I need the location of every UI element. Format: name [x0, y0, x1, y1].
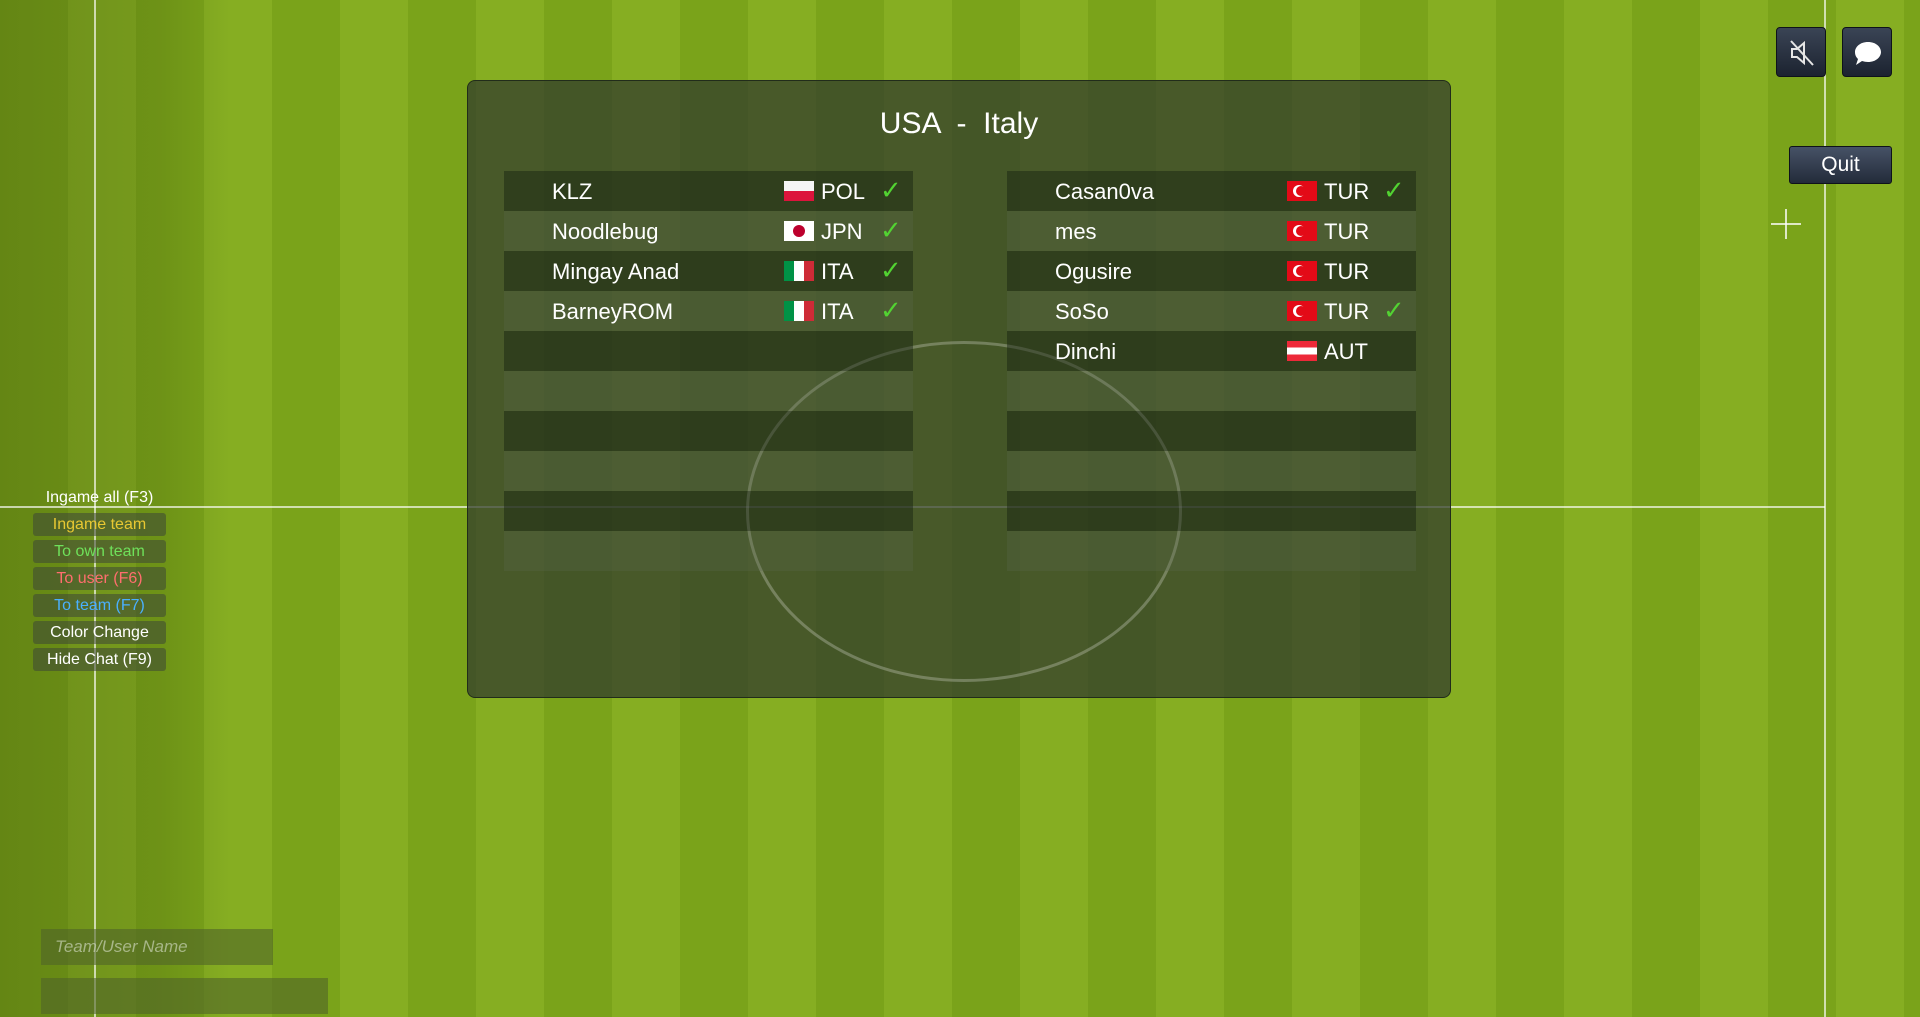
player-country: TUR: [1324, 219, 1370, 244]
player-name: mes: [1055, 219, 1097, 244]
ready-check-icon: ✓: [1383, 295, 1405, 325]
player-country: AUT: [1324, 339, 1368, 364]
chat-option-hide-chat-f9[interactable]: Hide Chat (F9): [33, 648, 166, 671]
chat-option-color-change[interactable]: Color Change: [33, 621, 166, 644]
team-user-name-input[interactable]: [41, 929, 273, 965]
ready-check-icon: ✓: [880, 215, 902, 245]
flag-tur-icon: [1287, 301, 1317, 321]
chat-bubble-icon-glyph: [1855, 42, 1881, 65]
ready-check-icon: ✓: [880, 295, 902, 325]
player-country: TUR: [1324, 259, 1370, 284]
player-name: Dinchi: [1055, 339, 1117, 364]
player-row: [504, 371, 913, 411]
player-row: [1007, 371, 1416, 411]
chat-message-input[interactable]: [41, 978, 328, 1014]
flag-pol-icon: [784, 181, 814, 201]
player-name: Noodlebug: [552, 219, 659, 244]
match-separator: -: [956, 107, 967, 140]
player-row: [504, 491, 913, 531]
home-team-list: KLZ POL ✓ Noodlebug JPN ✓ Mingay Anad ITA ✓ Barne…: [504, 171, 913, 571]
home-team-name: USA: [879, 107, 940, 140]
player-row[interactable]: BarneyROM ITA ✓: [504, 291, 913, 331]
ready-check-icon: ✓: [880, 175, 902, 205]
chat-option-to-own-team[interactable]: To own team: [33, 540, 166, 563]
player-name: SoSo: [1055, 299, 1109, 324]
chat-option-ingame-all-f3[interactable]: Ingame all (F3): [33, 486, 166, 509]
chat-mode-menu: Ingame all (F3) Ingame team To own team To …: [33, 486, 166, 675]
flag-tur-icon: [1287, 181, 1317, 201]
player-row: [1007, 491, 1416, 531]
player-country: POL: [821, 179, 866, 204]
flag-aut-icon: [1287, 341, 1317, 361]
ready-check-icon: ✓: [1383, 175, 1405, 205]
lineup-panel: USA - Italy KLZ POL ✓ Noodlebug JPN ✓ Mingay A…: [467, 80, 1451, 698]
player-country: TUR: [1324, 299, 1370, 324]
speaker-muted-icon-glyph: [1790, 40, 1814, 66]
player-row: [504, 451, 913, 491]
player-name: Ogusire: [1055, 259, 1133, 284]
chat-bubble-icon[interactable]: [1842, 27, 1892, 77]
player-row[interactable]: Ogusire TUR: [1007, 251, 1416, 291]
player-country: ITA: [821, 259, 854, 284]
player-row[interactable]: Casan0va TUR ✓: [1007, 171, 1416, 211]
chat-option-to-user-f6[interactable]: To user (F6): [33, 567, 166, 590]
player-row[interactable]: Dinchi AUT: [1007, 331, 1416, 371]
player-row[interactable]: Mingay Anad ITA ✓: [504, 251, 913, 291]
player-name: Casan0va: [1055, 179, 1155, 204]
ready-check-icon: ✓: [880, 255, 902, 285]
chat-option-to-team-f7[interactable]: To team (F7): [33, 594, 166, 617]
crosshair-icon: [1771, 209, 1801, 239]
away-team-list: Casan0va TUR ✓ mes TUR Ogusire TUR SoSo TUR ✓ Dinc…: [1007, 171, 1416, 571]
away-team-name: Italy: [983, 107, 1039, 140]
player-name: KLZ: [552, 179, 593, 204]
quit-button[interactable]: Quit: [1789, 146, 1892, 184]
player-name: BarneyROM: [552, 299, 674, 324]
player-row[interactable]: SoSo TUR ✓: [1007, 291, 1416, 331]
player-row[interactable]: mes TUR: [1007, 211, 1416, 251]
chat-option-ingame-team[interactable]: Ingame team: [33, 513, 166, 536]
player-row: [504, 411, 913, 451]
player-country: TUR: [1324, 179, 1370, 204]
match-title: USA - Italy: [468, 107, 1450, 141]
player-row: [1007, 451, 1416, 491]
flag-ita-icon: [784, 261, 814, 281]
player-row[interactable]: Noodlebug JPN ✓: [504, 211, 913, 251]
player-row: [504, 531, 913, 571]
speaker-muted-icon[interactable]: [1776, 27, 1826, 77]
flag-ita-icon: [784, 301, 814, 321]
player-country: ITA: [821, 299, 854, 324]
player-row: [504, 331, 913, 371]
flag-tur-icon: [1287, 261, 1317, 281]
player-row[interactable]: KLZ POL ✓: [504, 171, 913, 211]
player-country: JPN: [821, 219, 863, 244]
player-name: Mingay Anad: [552, 259, 680, 284]
flag-jpn-icon: [784, 221, 814, 241]
flag-tur-icon: [1287, 221, 1317, 241]
player-row: [1007, 411, 1416, 451]
player-row: [1007, 531, 1416, 571]
